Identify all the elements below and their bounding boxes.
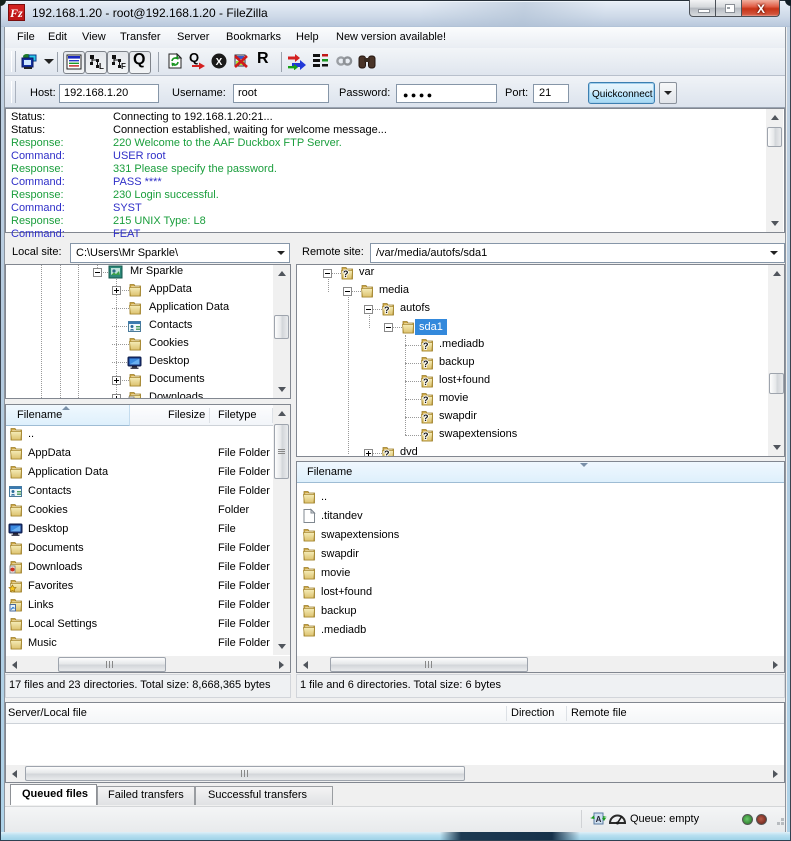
svg-text:F: F — [121, 62, 126, 70]
svg-text:Fz: Fz — [9, 6, 23, 20]
svg-text:L: L — [99, 62, 104, 70]
svg-text:X: X — [216, 57, 223, 68]
svg-text:A: A — [596, 815, 602, 824]
